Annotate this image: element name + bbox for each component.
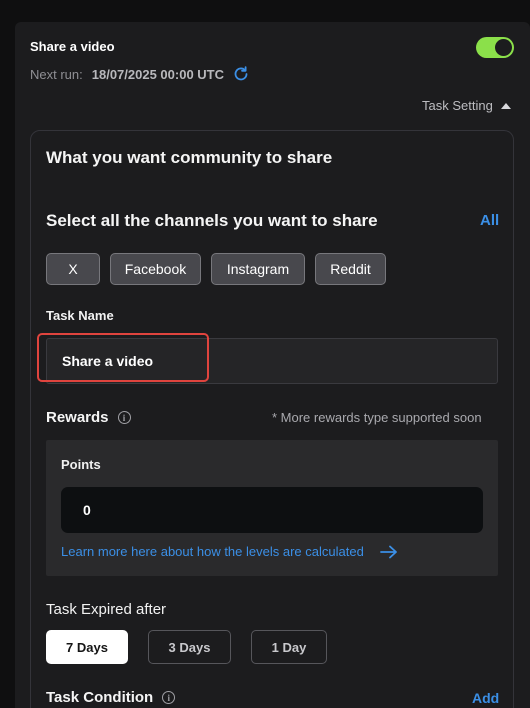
channel-reddit-button[interactable]: Reddit xyxy=(315,253,386,285)
arrow-right-icon xyxy=(379,545,397,558)
rewards-note: * More rewards type supported soon xyxy=(272,410,482,425)
expiry-7-days-button[interactable]: 7 Days xyxy=(46,630,128,664)
task-condition-label: Task Condition xyxy=(46,689,154,706)
learn-more-text: Learn more here about how the levels are… xyxy=(61,544,364,559)
expiry-3-days-button[interactable]: 3 Days xyxy=(148,630,231,664)
task-enabled-toggle[interactable] xyxy=(476,37,514,58)
task-setting-label: Task Setting xyxy=(422,98,493,113)
rewards-header: Rewards i xyxy=(46,409,131,426)
share-heading: What you want community to share xyxy=(46,148,333,167)
rewards-label: Rewards xyxy=(46,409,109,426)
next-run: Next run: 18/07/2025 00:00 UTC xyxy=(30,66,249,82)
task-setting-toggle[interactable]: Task Setting xyxy=(422,98,511,113)
next-run-value: 18/07/2025 00:00 UTC xyxy=(91,66,225,82)
task-title: Share a video xyxy=(30,39,115,54)
channel-x-button[interactable]: X xyxy=(46,253,100,285)
task-name-label: Task Name xyxy=(46,308,114,323)
channel-facebook-button[interactable]: Facebook xyxy=(110,253,201,285)
channel-instagram-button[interactable]: Instagram xyxy=(211,253,305,285)
channels-heading: Select all the channels you want to shar… xyxy=(46,211,378,230)
task-condition-header: Task Condition i xyxy=(46,689,176,706)
toggle-knob xyxy=(495,39,512,56)
info-icon[interactable]: i xyxy=(162,691,176,704)
next-run-label: Next run: xyxy=(30,66,83,82)
info-icon[interactable]: i xyxy=(117,411,131,424)
points-label: Points xyxy=(61,457,101,472)
task-expired-label: Task Expired after xyxy=(46,601,167,618)
select-all-link[interactable]: All xyxy=(480,212,499,229)
caret-up-icon xyxy=(500,102,511,109)
refresh-icon[interactable] xyxy=(233,66,249,82)
points-input[interactable]: 0 xyxy=(61,487,483,533)
highlight-box xyxy=(37,333,209,382)
expiry-1-day-button[interactable]: 1 Day xyxy=(251,630,327,664)
add-condition-link[interactable]: Add xyxy=(472,690,499,706)
learn-more-link[interactable]: Learn more here about how the levels are… xyxy=(61,544,398,559)
